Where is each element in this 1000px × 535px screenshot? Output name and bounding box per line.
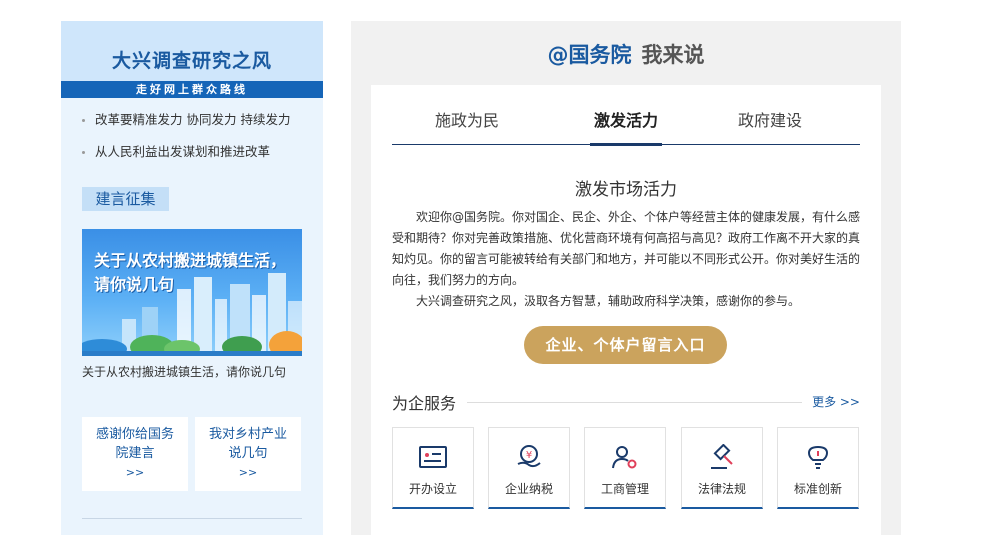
double-chevron-right-icon: >> xyxy=(125,466,145,479)
service-label: 工商管理 xyxy=(600,482,649,496)
gavel-icon xyxy=(711,444,733,469)
service-label: 开办设立 xyxy=(408,482,457,496)
tab-governance-for-people[interactable]: 施政为民 xyxy=(417,107,517,145)
tab-government-building[interactable]: 政府建设 xyxy=(720,107,820,145)
service-label: 标准创新 xyxy=(793,482,842,496)
page-title: @国务院 我来说 xyxy=(351,39,901,69)
id-card-icon xyxy=(419,446,447,468)
title-at-state-council: @国务院 xyxy=(547,43,632,67)
banner-text-line: 请你说几句 xyxy=(94,275,175,294)
person-gear-icon xyxy=(612,446,637,469)
service-business-setup[interactable]: 开办设立 xyxy=(392,427,474,509)
service-business-admin[interactable]: 工商管理 xyxy=(584,427,666,509)
content-card: 施政为民 激发活力 政府建设 激发市场活力 欢迎你@国务院。你对国企、民企、外企… xyxy=(371,85,881,535)
left-panel: 大兴调查研究之风 走好网上群众路线 改革要精准发力 协同发力 持续发力 从人民利… xyxy=(61,21,323,535)
banner-caption[interactable]: 关于从农村搬进城镇生活，请你说几句 xyxy=(82,363,312,380)
card-text-line: 院建言 xyxy=(115,446,155,461)
bullet-dot-icon xyxy=(82,151,85,154)
services-header: 为企服务 更多 >> xyxy=(392,390,860,414)
left-title[interactable]: 大兴调查研究之风 xyxy=(61,46,323,73)
tab-bar: 施政为民 激发活力 政府建设 xyxy=(392,85,860,146)
service-label: 法律法规 xyxy=(697,482,746,496)
divider xyxy=(467,402,802,403)
tax-coin-icon: ¥ xyxy=(517,445,541,468)
service-laws[interactable]: 法律法规 xyxy=(681,427,763,509)
tab-stimulate-vitality[interactable]: 激发活力 xyxy=(576,107,676,146)
suggestion-card-thanks[interactable]: 感谢你给国务 院建言 >> xyxy=(82,417,188,491)
services-title: 为企服务 xyxy=(392,390,467,414)
title-i-say: 我来说 xyxy=(641,43,705,67)
card-text-line: 感谢你给国务 xyxy=(95,427,174,442)
service-label: 企业纳税 xyxy=(504,482,553,496)
list-item[interactable]: 改革要精准发力 协同发力 持续发力 xyxy=(61,110,323,142)
banner-text-line: 关于从农村搬进城镇生活， xyxy=(94,251,287,270)
services-more-link[interactable]: 更多 >> xyxy=(812,393,860,410)
service-enterprise-tax[interactable]: ¥ 企业纳税 xyxy=(488,427,570,509)
card-text-line: 我对乡村产业 xyxy=(208,427,287,442)
feature-banner[interactable]: 关于从农村搬进城镇生活， 请你说几句 xyxy=(82,229,302,356)
bullet-dot-icon xyxy=(82,119,85,122)
banner-text: 关于从农村搬进城镇生活， 请你说几句 xyxy=(94,249,286,297)
suggestion-card-rural-industry[interactable]: 我对乡村产业 说几句 >> xyxy=(195,417,301,491)
right-panel: @国务院 我来说 施政为民 激发活力 政府建设 激发市场活力 欢迎你@国务院。你对… xyxy=(351,21,901,535)
card-text-line: 说几句 xyxy=(228,446,268,461)
double-chevron-right-icon: >> xyxy=(238,466,258,479)
divider xyxy=(82,518,302,519)
intro-paragraph: 欢迎你@国务院。你对国企、民企、外企、个体户等经营主体的健康发展，有什么感受和期… xyxy=(392,210,861,287)
list-item-text: 从人民利益出发谋划和推进改革 xyxy=(95,144,271,159)
list-item[interactable]: 从人民利益出发谋划和推进改革 xyxy=(61,142,323,174)
enterprise-message-button[interactable]: 企业、个体户留言入口 xyxy=(524,326,727,364)
list-item-text: 改革要精准发力 协同发力 持续发力 xyxy=(95,112,291,127)
section-title: 激发市场活力 xyxy=(575,180,677,200)
intro-text: 欢迎你@国务院。你对国企、民企、外企、个体户等经营主体的健康发展，有什么感受和期… xyxy=(392,207,860,312)
left-header: 大兴调查研究之风 xyxy=(61,21,323,81)
svg-text:¥: ¥ xyxy=(526,450,532,461)
intro-paragraph: 大兴调查研究之风，汲取各方智慧，辅助政府科学决策，感谢你的参与。 xyxy=(416,294,801,308)
news-list: 改革要精准发力 协同发力 持续发力 从人民利益出发谋划和推进改革 xyxy=(61,110,323,174)
left-subtitle-bar: 走好网上群众路线 xyxy=(61,81,323,98)
page: 大兴调查研究之风 走好网上群众路线 改革要精准发力 协同发力 持续发力 从人民利… xyxy=(0,0,1000,535)
section-tag: 建言征集 xyxy=(82,187,169,211)
service-standards-innovation[interactable]: 标准创新 xyxy=(777,427,859,509)
lightbulb-icon xyxy=(807,445,829,469)
